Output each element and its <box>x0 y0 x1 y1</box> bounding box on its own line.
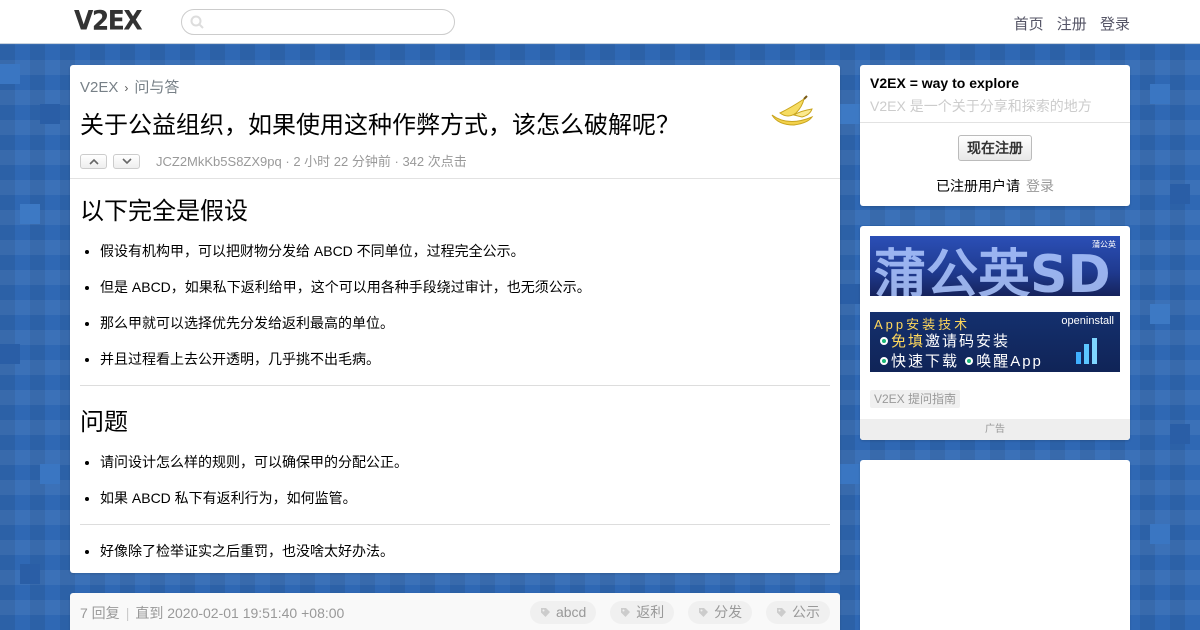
tag-distribute[interactable]: 分发 <box>688 601 753 624</box>
click-count: 342 次点击 <box>402 154 467 169</box>
tag-icon <box>777 608 786 617</box>
author-link[interactable]: JCZ2MkKb5S8ZX9pq <box>156 154 282 169</box>
upvote-button[interactable] <box>80 153 107 169</box>
ad-label: 广告 <box>860 419 1130 440</box>
logo[interactable]: V2EX <box>74 5 143 35</box>
last-reply-time: 直到 2020-02-01 19:51:40 +08:00 <box>135 605 345 621</box>
tag-public[interactable]: 公示 <box>766 601 830 624</box>
welcome-box: V2EX = way to explore V2EX 是一个关于分享和探索的地方… <box>860 65 1130 206</box>
tag-label: abcd <box>555 604 587 620</box>
ad2-text: 邀请码安装 <box>925 333 1011 350</box>
ad2-text: 唤醒App <box>976 353 1043 370</box>
tag-label: 分发 <box>714 604 743 620</box>
chevron-down-icon <box>122 158 132 164</box>
list-item: 那么甲就可以选择优先分发给返利最高的单位。 <box>100 315 591 351</box>
post-time: 2 小时 22 分钟前 <box>293 154 391 169</box>
list-item: 好像除了检举证实之后重罚，也没啥太好办法。 <box>100 543 394 579</box>
nav-register[interactable]: 注册 <box>1057 16 1087 33</box>
bullet-icon <box>880 337 888 345</box>
bar-chart-icon <box>1076 338 1097 364</box>
list-item: 假设有机构甲，可以把财物分发给 ABCD 不同单位，过程完全公示。 <box>100 243 591 279</box>
breadcrumb-home[interactable]: V2EX <box>80 79 118 96</box>
reply-count: 7 回复 <box>80 605 120 621</box>
ad-banner-pgyer[interactable]: 蒲公英SD 蒲公英 <box>870 236 1120 296</box>
list-item: 但是 ABCD，如果私下返利给甲，这个可以用各种手段绕过审计，也无须公示。 <box>100 279 591 315</box>
section-list: 假设有机构甲，可以把财物分发给 ABCD 不同单位，过程完全公示。 但是 ABC… <box>100 243 591 387</box>
bullet-icon <box>965 357 974 365</box>
top-nav: 首页 注册 登录 <box>1005 13 1130 34</box>
downvote-button[interactable] <box>113 153 140 169</box>
tag-icon <box>699 608 709 617</box>
search-input[interactable] <box>208 13 448 31</box>
list-item: 请问设计怎么样的规则，可以确保甲的分配公正。 <box>100 454 408 490</box>
content-divider <box>80 385 830 386</box>
tag-icon <box>540 608 550 617</box>
breadcrumb-node[interactable]: 问与答 <box>134 79 179 96</box>
ad-guide-link[interactable]: V2EX 提问指南 <box>870 390 961 408</box>
ad2-line: 快速下载 唤醒App <box>880 350 1043 371</box>
meta-separator: · <box>285 154 290 169</box>
bullet-icon <box>880 357 888 365</box>
ad2-highlight: 免填 <box>891 333 926 350</box>
welcome-divider <box>860 122 1130 123</box>
welcome-subtitle: V2EX 是一个关于分享和探索的地方 <box>870 98 1092 114</box>
welcome-title: V2EX = way to explore <box>870 75 1020 91</box>
ad2-line: 免填邀请码安装 <box>880 330 1010 351</box>
chevron-up-icon <box>89 158 99 165</box>
ad-banner-text: 蒲公英SD <box>874 245 1111 296</box>
registered-text: 已注册用户请 <box>936 178 1020 194</box>
topic-box: V2EX › 问与答 关于公益组织，如果使用这种作弊方式，该怎么破解呢？ JCZ2M… <box>70 65 840 573</box>
tag-list: abcd 返利 分发 公示 <box>520 601 830 624</box>
list-item: 如果 ABCD 私下有返利行为，如何监管。 <box>100 490 408 526</box>
breadcrumb: V2EX › 问与答 <box>80 76 179 97</box>
banana-avatar-icon[interactable] <box>768 95 818 131</box>
topic-meta: JCZ2MkKb5S8ZX9pq · 2 小时 22 分钟前 · 342 次点击 <box>156 151 467 170</box>
ad2-brand: openinstall <box>1061 315 1114 327</box>
search-box[interactable] <box>181 9 455 35</box>
section-list: 好像除了检举证实之后重罚，也没啥太好办法。 <box>100 543 394 579</box>
tag-label: 返利 <box>636 604 665 620</box>
top-bar: V2EX 首页 注册 登录 <box>0 0 1200 44</box>
list-item: 并且过程看上去公开透明，几乎挑不出毛病。 <box>100 351 591 387</box>
meta-separator: · <box>394 154 399 169</box>
nav-login[interactable]: 登录 <box>1100 16 1130 33</box>
vote-buttons <box>80 152 146 169</box>
ad2-text: 快速下载 <box>891 353 960 370</box>
reply-summary: 7 回复 | 直到 2020-02-01 19:51:40 +08:00 <box>80 603 344 623</box>
login-prompt: 已注册用户请 登录 <box>860 176 1130 196</box>
tag-label: 公示 <box>792 604 820 620</box>
breadcrumb-separator: › <box>124 81 129 95</box>
search-icon <box>190 15 204 29</box>
nav-home[interactable]: 首页 <box>1014 16 1044 33</box>
footer-separator: | <box>125 605 130 621</box>
topic-title: 关于公益组织，如果使用这种作弊方式，该怎么破解呢？ <box>80 112 680 139</box>
section-heading: 问题 <box>80 409 128 436</box>
sidebar-empty-box <box>860 460 1130 630</box>
content-divider <box>80 524 830 525</box>
ad-banner-badge: 蒲公英 <box>1092 240 1116 249</box>
ad-box: 蒲公英SD 蒲公英 App安装技术 openinstall 免填邀请码安装 快速… <box>860 226 1130 440</box>
section-list: 请问设计怎么样的规则，可以确保甲的分配公正。 如果 ABCD 私下有返利行为，如… <box>100 454 408 526</box>
section-heading: 以下完全是假设 <box>80 198 248 225</box>
topic-footer: 7 回复 | 直到 2020-02-01 19:51:40 +08:00 abcd … <box>70 593 840 630</box>
header-divider <box>70 178 840 179</box>
register-button[interactable]: 现在注册 <box>958 135 1032 161</box>
login-link[interactable]: 登录 <box>1026 178 1054 194</box>
ad-banner-openinstall[interactable]: App安装技术 openinstall 免填邀请码安装 快速下载 唤醒App <box>870 312 1120 372</box>
tag-abcd[interactable]: abcd <box>529 601 597 624</box>
tag-icon <box>621 608 631 617</box>
tag-rebate[interactable]: 返利 <box>610 601 675 624</box>
